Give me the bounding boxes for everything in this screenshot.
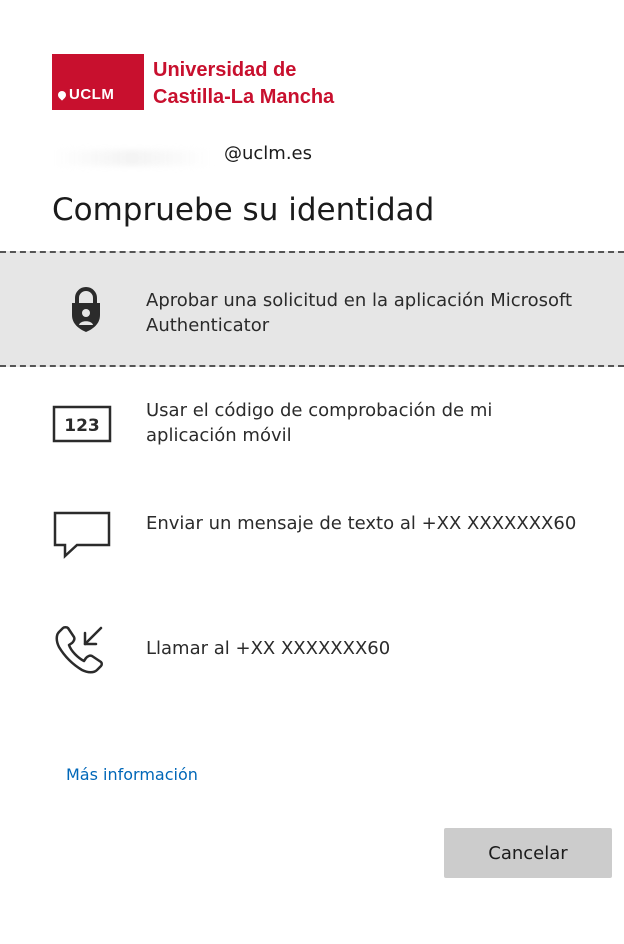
- logo-name-line1: Universidad de: [153, 59, 297, 81]
- logo-mark: UCLM: [56, 86, 115, 103]
- option-label: Aprobar una solicitud en la aplicación M…: [146, 290, 573, 336]
- code-123-icon-text: 123: [64, 416, 100, 436]
- logo-mark-text: UCLM: [69, 86, 115, 103]
- uclm-logo: UCLM Universidad de Castilla-La Mancha: [52, 54, 334, 111]
- option-text-message[interactable]: Enviar un mensaje de texto al +XX XXXXXX…: [0, 500, 624, 580]
- page-title: Compruebe su identidad: [52, 192, 435, 228]
- incoming-call-icon: [52, 624, 124, 676]
- account-email: @uclm.es: [224, 143, 313, 164]
- logo-box: UCLM: [52, 54, 144, 110]
- option-label: Usar el código de comprobación de mi apl…: [146, 400, 493, 446]
- logo-drop-icon: [56, 88, 68, 101]
- option-label: Llamar al +XX XXXXXXX60: [146, 638, 391, 659]
- chat-bubble-icon: [52, 508, 124, 560]
- account-username-redacted: [52, 150, 212, 166]
- option-phone-call[interactable]: Llamar al +XX XXXXXXX60: [0, 622, 624, 682]
- option-authenticator-approve[interactable]: Aprobar una solicitud en la aplicación M…: [0, 251, 624, 367]
- option-verification-code[interactable]: 123 Usar el código de comprobación de mi…: [0, 388, 624, 468]
- option-label: Enviar un mensaje de texto al +XX XXXXXX…: [146, 513, 577, 534]
- lock-icon: [66, 283, 138, 335]
- logo-name-line2: Castilla-La Mancha: [153, 86, 335, 108]
- more-info-link[interactable]: Más información: [66, 765, 198, 784]
- logo-text: Universidad de Castilla-La Mancha: [153, 57, 334, 111]
- cancel-button[interactable]: Cancelar: [444, 828, 612, 878]
- code-123-icon: 123: [52, 398, 124, 450]
